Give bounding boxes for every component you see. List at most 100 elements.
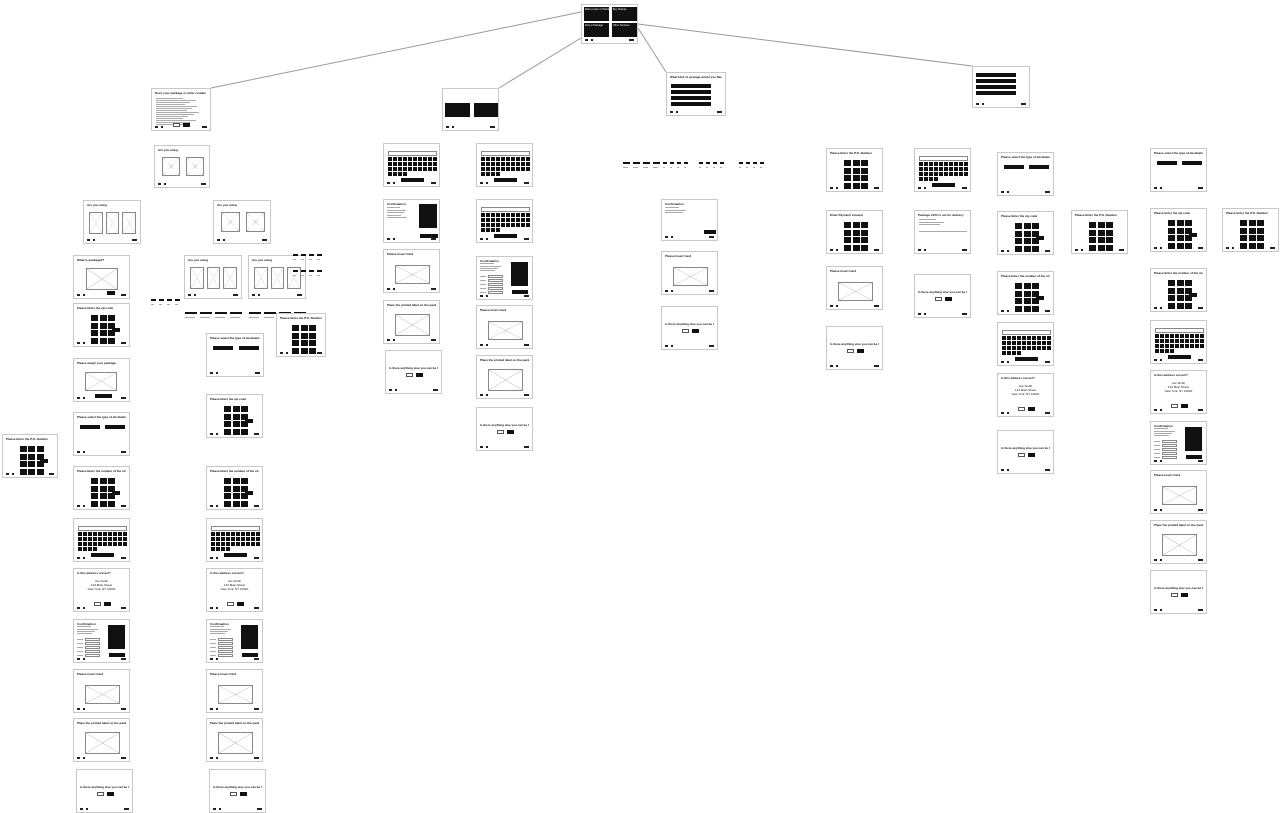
screen-footer	[1001, 189, 1050, 193]
input-field	[1162, 456, 1177, 460]
keyboard-key	[388, 162, 392, 167]
screen-frame: Please select the type of destination	[1150, 148, 1207, 192]
image-placeholder	[220, 212, 240, 232]
screen-frame: Mail a Letter or Package Buy Stamps Drop a…	[581, 4, 638, 44]
root-menu-label: Drop a Package	[585, 24, 603, 27]
image-placeholder	[218, 732, 253, 755]
keyboard-key	[491, 172, 495, 177]
keyboard-key	[241, 542, 245, 547]
strip-option	[670, 162, 674, 164]
screen-title: Please Enter the zip code	[1001, 215, 1038, 218]
back-icon	[77, 294, 80, 296]
strip-text	[684, 167, 686, 168]
keyboard-key	[1012, 341, 1016, 346]
keyboard-key	[516, 157, 520, 162]
keypad-key	[224, 493, 232, 500]
keyboard-key	[954, 167, 958, 172]
next-button	[962, 313, 967, 315]
strip-option	[175, 299, 180, 301]
screen-frame	[73, 518, 130, 562]
screen-title: Are you using	[158, 149, 179, 152]
keypad-key	[1185, 302, 1193, 309]
keyboard-key	[88, 542, 92, 547]
back-icon	[480, 446, 483, 448]
next-button	[1198, 509, 1203, 511]
input-field	[85, 654, 100, 658]
keyboard-key	[481, 213, 485, 218]
keyboard-key	[924, 162, 928, 167]
keypad-key	[1015, 245, 1023, 252]
space-bar	[91, 553, 114, 558]
keyboard-key	[1155, 349, 1159, 354]
home-icon	[83, 397, 85, 399]
keypad-key	[91, 478, 99, 485]
next-button	[874, 365, 879, 367]
strip-option	[301, 270, 306, 272]
keyboard-key	[118, 532, 122, 537]
image-placeholder	[395, 314, 430, 337]
text-line	[1154, 448, 1161, 450]
receipt-panel	[419, 204, 437, 228]
keypad-key	[1023, 230, 1031, 237]
keyboard-key	[1200, 339, 1204, 344]
keyboard-key	[506, 157, 510, 162]
keypad-key	[1248, 227, 1256, 234]
strip-option	[249, 312, 261, 314]
strip-text	[317, 259, 320, 260]
option-bar	[976, 79, 1016, 83]
screen-frame: Please Enter the number of the street	[206, 466, 263, 510]
next-button	[1198, 609, 1203, 611]
keyboard-key	[1190, 339, 1194, 344]
keyboard-key	[123, 537, 127, 542]
home-icon	[1007, 412, 1009, 414]
screen-frame: Please weigh your package	[73, 358, 130, 402]
text-line	[387, 212, 404, 213]
keyboard-key	[1165, 344, 1169, 349]
strip-text	[309, 259, 312, 260]
screen-footer	[830, 303, 879, 307]
keypad-key	[1032, 283, 1040, 290]
no-button	[934, 297, 942, 301]
next-button	[1045, 191, 1050, 193]
keyboard-key	[959, 172, 963, 177]
keypad-key	[232, 406, 240, 413]
strip-option	[317, 270, 322, 272]
screen-footer	[87, 237, 137, 241]
image-placeholder	[673, 266, 708, 287]
next-button	[255, 372, 260, 374]
keypad-key	[108, 315, 116, 322]
home-icon	[83, 607, 85, 609]
keyboard-key	[1002, 341, 1006, 346]
keypad-key	[309, 340, 316, 347]
back-icon	[1154, 187, 1157, 189]
next-button	[1198, 559, 1203, 561]
keypad-key	[852, 160, 860, 167]
home-icon	[486, 238, 488, 240]
strip-text	[623, 167, 628, 168]
address-block: Joe Smith 123 Main Street New York, NY 100…	[207, 579, 262, 591]
text-line	[480, 270, 496, 272]
back-icon	[77, 607, 80, 609]
back-icon	[1001, 469, 1004, 471]
keyboard-key	[491, 157, 495, 162]
next-button	[121, 451, 126, 453]
next-button	[121, 658, 126, 660]
keyboard-key	[123, 542, 127, 547]
back-icon	[77, 708, 80, 710]
keyboard-key	[211, 542, 215, 547]
yes-button	[415, 373, 423, 377]
next-button	[629, 39, 634, 41]
keypad-key	[1248, 220, 1256, 227]
keyboard-key	[1160, 334, 1164, 339]
next-button	[524, 394, 529, 396]
yes-button	[506, 430, 514, 434]
keyboard-key	[526, 213, 530, 218]
keyboard-key	[1190, 334, 1194, 339]
screen-title: Please Enter the P.O. Number	[1075, 214, 1117, 217]
keyboard-key	[1022, 346, 1026, 351]
screen-title: Please Enter the zip code	[1154, 212, 1191, 215]
screen-title: Please insert Card	[830, 270, 857, 273]
keypad-key	[861, 182, 869, 189]
screen-footer	[1154, 507, 1203, 511]
screen-title: Please select the type of destination	[210, 337, 260, 340]
